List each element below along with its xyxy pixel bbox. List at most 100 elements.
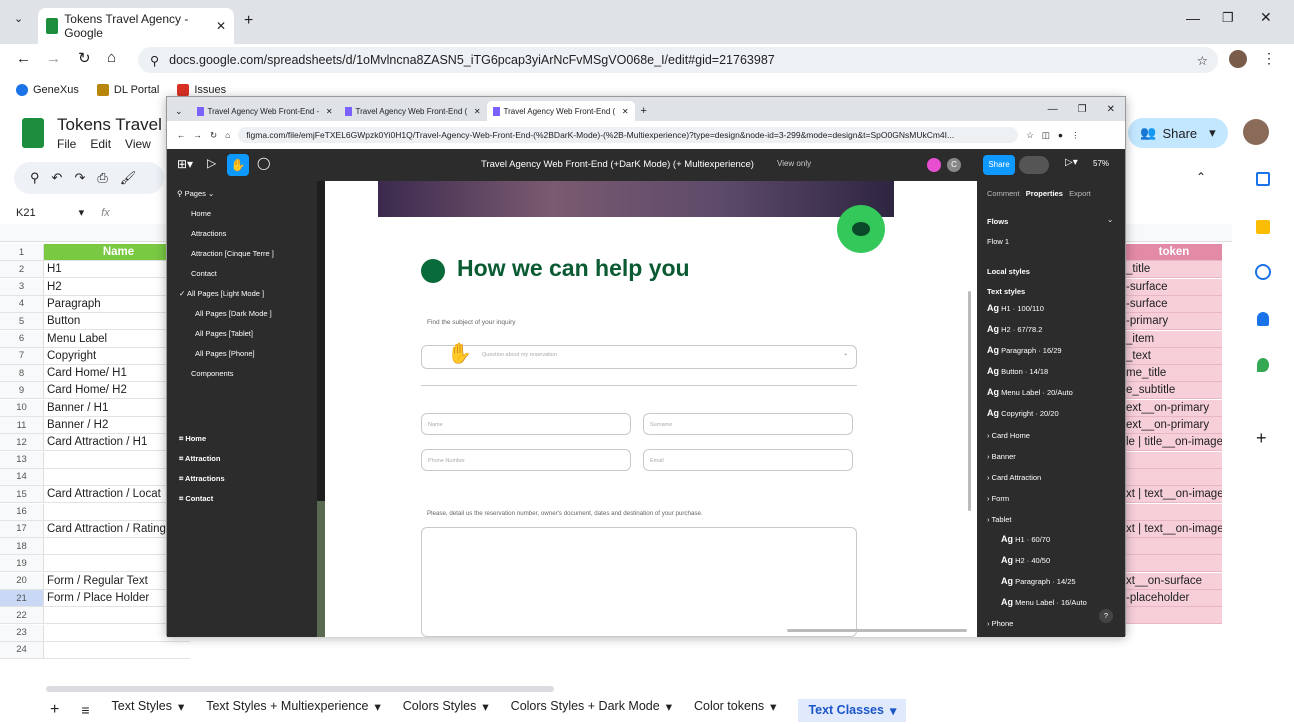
text-style-item[interactable]: Ag Paragraph · 16/29 <box>987 345 1062 355</box>
cell-token[interactable]: ext__on-primary <box>1124 417 1222 434</box>
site-info-icon[interactable]: ⚲ <box>150 53 159 68</box>
chevron-down-icon[interactable]: ▾ <box>482 699 488 722</box>
extensions-icon[interactable]: ◫ <box>1042 130 1050 141</box>
text-style-item[interactable]: Ag Menu Label · 20/Auto <box>987 387 1073 397</box>
cell-token[interactable] <box>1124 503 1222 521</box>
figma-canvas[interactable]: How we can help you Find the subject of … <box>317 181 977 637</box>
row-number[interactable]: 16 <box>0 503 44 520</box>
style-group[interactable]: › Banner <box>987 452 1016 461</box>
row-number[interactable]: 17 <box>0 520 44 537</box>
tablet-style-item[interactable]: Ag H2 · 40/50 <box>1001 555 1050 565</box>
cell-token[interactable] <box>1124 607 1222 625</box>
restore-icon[interactable]: ❐ <box>1068 104 1097 121</box>
present-icon[interactable]: ▷▾ <box>1065 157 1078 168</box>
scrollbar-horizontal[interactable] <box>787 629 967 632</box>
tasks-icon[interactable] <box>1255 264 1271 280</box>
name-box[interactable]: K21 ▾ fx <box>16 206 110 219</box>
style-group-phone[interactable]: › Phone <box>987 619 1013 628</box>
cell-token[interactable]: me_title <box>1124 365 1222 383</box>
tablet-style-item[interactable]: Ag Menu Label · 16/Auto <box>1001 597 1087 607</box>
tab-list-chevron-icon[interactable]: ⌄ <box>14 12 23 25</box>
row-number[interactable]: 19 <box>0 555 44 572</box>
collapse-menu-icon[interactable]: ⌃ <box>1196 170 1206 184</box>
sheet-tab[interactable]: Text Styles ▾ <box>112 699 185 722</box>
search-icon[interactable]: ⚲ <box>30 170 40 186</box>
layer-frame[interactable]: ⌗ Home <box>179 434 206 444</box>
new-tab-icon[interactable]: + <box>635 105 653 121</box>
chevron-down-icon[interactable]: ▾ <box>890 703 896 718</box>
page-item[interactable]: All Pages [Dark Mode ] <box>195 309 272 318</box>
layer-frame[interactable]: ⌗ Contact <box>179 494 213 504</box>
cell-name[interactable]: Card Attraction / Rating <box>44 523 166 535</box>
back-icon[interactable]: ← <box>16 50 31 67</box>
row-number[interactable]: 3 <box>0 278 44 295</box>
sheet-tab[interactable]: Colors Styles ▾ <box>403 699 489 722</box>
chat-fab[interactable] <box>837 205 885 253</box>
home-icon[interactable]: ⌂ <box>225 130 230 140</box>
row-number[interactable]: 22 <box>0 607 44 624</box>
table-row[interactable]: 13 <box>0 451 190 469</box>
figma-tab-2[interactable]: Travel Agency Web Front-End (✕ <box>339 101 487 121</box>
scrollbar-vertical[interactable] <box>968 291 971 511</box>
layer-frame[interactable]: ⌗ Attraction <box>179 454 220 464</box>
file-title[interactable]: Travel Agency Web Front-End (+DarK Mode)… <box>481 159 754 170</box>
cell-name[interactable]: H2 <box>44 281 62 293</box>
chevron-down-icon[interactable]: ▾ <box>770 699 776 722</box>
row-number[interactable]: 18 <box>0 538 44 555</box>
cell-token[interactable] <box>1124 538 1222 556</box>
profile-icon[interactable]: ● <box>1058 130 1063 140</box>
help-icon[interactable]: ? <box>1099 609 1113 623</box>
cell-name[interactable]: Menu Label <box>44 333 107 345</box>
row-number[interactable]: 8 <box>0 365 44 382</box>
cell-token[interactable] <box>1124 555 1222 573</box>
cell-token[interactable] <box>1124 468 1222 486</box>
table-row[interactable]: 24 <box>0 641 190 659</box>
tablet-style-item[interactable]: Ag Paragraph · 14/25 <box>1001 576 1076 586</box>
share-dropdown-icon[interactable]: ▾ <box>1209 125 1216 141</box>
add-addon-icon[interactable]: + <box>1256 428 1267 449</box>
table-row[interactable]: 12 Card Attraction / H1 <box>0 434 190 452</box>
cell-token[interactable]: -surface <box>1124 295 1222 313</box>
row-number[interactable]: 23 <box>0 624 44 641</box>
table-row[interactable]: 4 Paragraph <box>0 295 190 313</box>
cell-name[interactable]: Card Home/ H1 <box>44 367 127 379</box>
minimize-icon[interactable]: — <box>1186 10 1200 26</box>
chevron-down-icon[interactable]: ▾ <box>178 699 184 722</box>
cell-name[interactable]: Banner / H1 <box>44 402 108 414</box>
close-window-icon[interactable]: ✕ <box>1260 9 1272 26</box>
sheet-tab[interactable]: Text Classes ▾ <box>798 698 907 722</box>
account-avatar[interactable] <box>1243 119 1269 145</box>
sheet-tab[interactable]: Color tokens ▾ <box>694 699 776 722</box>
close-window-icon[interactable]: ✕ <box>1097 104 1125 121</box>
table-row[interactable]: 17 Card Attraction / Rating <box>0 520 190 538</box>
table-row[interactable]: 6 Menu Label <box>0 330 190 348</box>
layer-frame[interactable]: ⌗ Attractions <box>179 474 225 484</box>
text-style-item[interactable]: Ag Button · 14/18 <box>987 366 1048 376</box>
table-row[interactable]: 9 Card Home/ H2 <box>0 382 190 400</box>
main-menu-icon[interactable]: ⊞▾ <box>177 157 193 171</box>
cell-token[interactable]: xt | text__on-image <box>1124 486 1222 504</box>
row-number[interactable]: 14 <box>0 468 44 485</box>
tab-export[interactable]: Export <box>1069 189 1091 198</box>
sheet-tab[interactable]: Colors Styles + Dark Mode ▾ <box>511 699 672 722</box>
cell-name[interactable]: Button <box>44 315 80 327</box>
back-icon[interactable]: ← <box>177 130 186 140</box>
home-icon[interactable]: ⌂ <box>107 49 116 66</box>
row-number[interactable]: 11 <box>0 417 44 433</box>
url-field[interactable]: ⚲ docs.google.com/spreadsheets/d/1oMvlnc… <box>138 47 1218 73</box>
forward-icon[interactable]: → <box>194 130 203 140</box>
close-tab-icon[interactable]: ✕ <box>622 107 629 116</box>
comment-tool-icon[interactable]: ◯ <box>257 156 270 170</box>
subject-select[interactable]: Question about my reservation ⌄ <box>421 345 857 369</box>
page-item[interactable]: Attractions <box>191 229 226 238</box>
page-item[interactable]: Attraction [Cinque Terre ] <box>191 249 274 258</box>
bookmark-dl-portal[interactable]: DL Portal <box>96 84 159 96</box>
row-number[interactable]: 12 <box>0 434 44 451</box>
style-group[interactable]: › Card Attraction <box>987 473 1041 482</box>
cell-name[interactable]: Banner / H2 <box>44 419 108 431</box>
row-number[interactable]: 4 <box>0 295 44 312</box>
cell-token[interactable]: e_subtitle <box>1124 382 1222 400</box>
table-row[interactable]: 1 Name <box>0 244 190 261</box>
add-sheet-icon[interactable]: + <box>50 701 59 719</box>
browser-menu-icon[interactable]: ⋮ <box>1262 50 1276 67</box>
